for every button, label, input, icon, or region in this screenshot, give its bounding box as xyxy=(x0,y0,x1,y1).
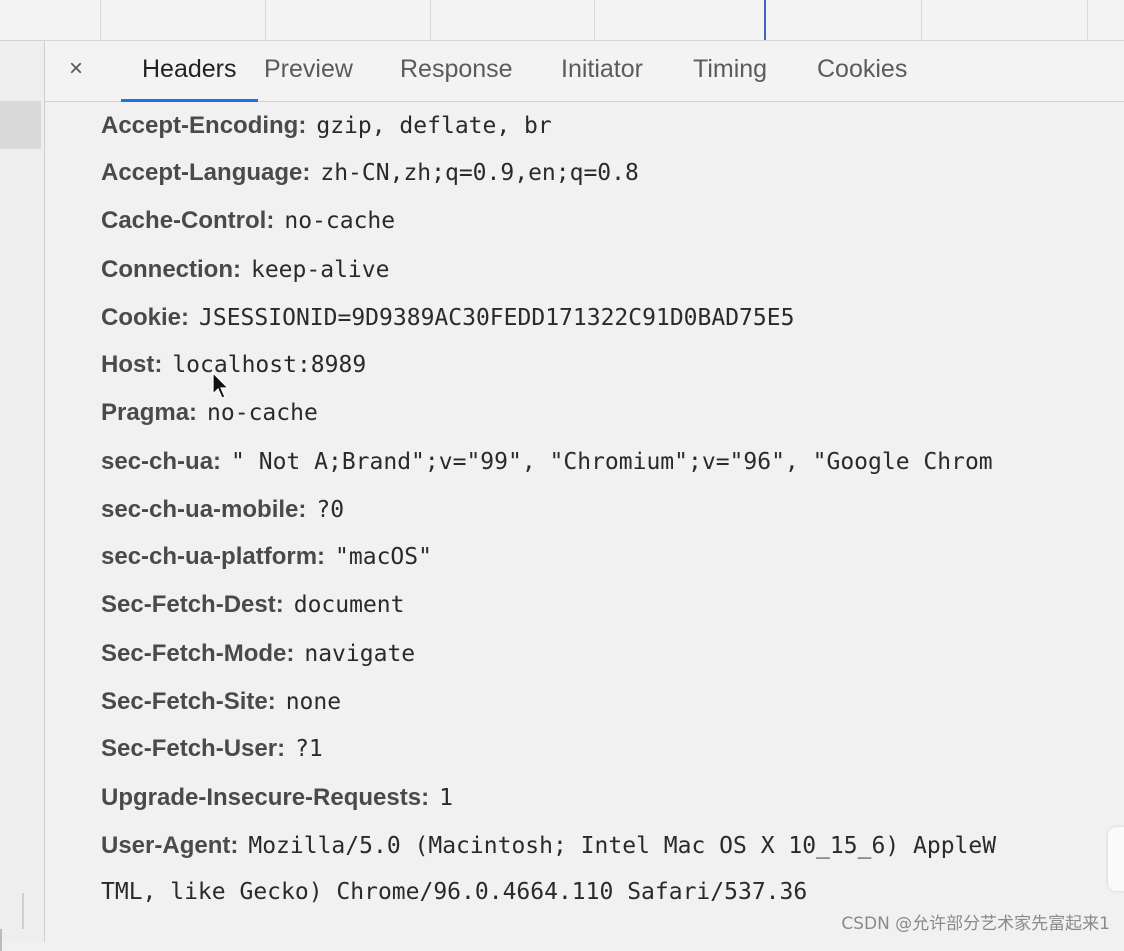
header-name: Host: xyxy=(101,351,163,378)
header-value: keep-alive xyxy=(250,257,390,283)
header-value-continuation: TML, like Gecko) Chrome/96.0.4664.110 Sa… xyxy=(101,872,807,912)
header-value: ?0 xyxy=(316,497,345,523)
header-row: Upgrade-Insecure-Requests: 1 xyxy=(101,778,453,818)
header-name: Connection: xyxy=(101,256,241,283)
header-row: User-Agent: Mozilla/5.0 (Macintosh; Intel… xyxy=(101,826,996,866)
tab-headers[interactable]: Headers xyxy=(121,41,258,102)
header-name: sec-ch-ua-platform: xyxy=(101,543,326,570)
header-row: Connection: keep-alive xyxy=(101,250,389,290)
selected-request-row[interactable] xyxy=(0,101,41,149)
tab-initiator[interactable]: Initiator xyxy=(561,41,643,99)
header-row: Sec-Fetch-User: ?1 xyxy=(101,729,323,769)
tab-preview[interactable]: Preview xyxy=(264,41,353,99)
header-value: document xyxy=(293,592,405,618)
header-name: Accept-Encoding: xyxy=(101,112,307,139)
close-icon[interactable]: × xyxy=(63,56,89,82)
mouse-pointer-icon xyxy=(212,372,230,399)
header-row: Sec-Fetch-Site: none xyxy=(101,682,341,722)
header-value: zh-CN,zh;q=0.9,en;q=0.8 xyxy=(320,160,639,186)
header-value: 1 xyxy=(439,785,453,811)
header-value: no-cache xyxy=(207,400,318,426)
header-name: Sec-Fetch-User: xyxy=(101,735,286,762)
header-value: Mozilla/5.0 (Macintosh; Intel Mac OS X 1… xyxy=(248,833,997,859)
header-value: navigate xyxy=(304,641,416,667)
header-value: "macOS" xyxy=(335,544,432,570)
header-row: Accept-Encoding: gzip, deflate, br xyxy=(101,106,552,146)
watermark: CSDN @允许部分艺术家先富起来1 xyxy=(841,914,1110,934)
tab-timing[interactable]: Timing xyxy=(693,41,767,99)
request-detail-panel: × Headers Preview Response Initiator Tim… xyxy=(45,41,1124,942)
header-name: sec-ch-ua-mobile: xyxy=(101,496,307,523)
tab-response[interactable]: Response xyxy=(400,41,513,99)
header-name: Cookie: xyxy=(101,304,190,331)
request-list-pane[interactable] xyxy=(0,41,45,951)
header-row: sec-ch-ua-mobile: ?0 xyxy=(101,490,344,530)
waterfall-column xyxy=(430,0,431,40)
header-row: Accept-Language: zh-CN,zh;q=0.9,en;q=0.8 xyxy=(101,153,639,193)
waterfall-column xyxy=(921,0,922,40)
header-row: Sec-Fetch-Mode: navigate xyxy=(101,634,415,674)
header-row: Cache-Control: no-cache xyxy=(101,201,395,241)
list-edge-marker xyxy=(0,929,12,951)
detail-tab-bar: × Headers Preview Response Initiator Tim… xyxy=(45,41,1124,102)
header-value: JSESSIONID=9D9389AC30FEDD171322C91D0BAD7… xyxy=(199,305,795,331)
header-row: Pragma: no-cache xyxy=(101,393,318,433)
header-name: User-Agent: xyxy=(101,832,239,859)
waterfall-column xyxy=(100,0,101,40)
waterfall-column xyxy=(1087,0,1088,40)
waterfall-column xyxy=(265,0,266,40)
header-value: no-cache xyxy=(284,208,396,234)
header-value: gzip, deflate, br xyxy=(316,113,552,139)
side-handle[interactable] xyxy=(1108,827,1124,891)
header-value: localhost:8989 xyxy=(172,352,367,378)
header-name: Sec-Fetch-Site: xyxy=(101,688,276,715)
header-name: Pragma: xyxy=(101,399,198,426)
header-row: Sec-Fetch-Dest: document xyxy=(101,585,405,625)
header-row: sec-ch-ua-platform: "macOS" xyxy=(101,537,432,577)
header-name: Sec-Fetch-Dest: xyxy=(101,591,284,618)
header-value: TML, like Gecko) Chrome/96.0.4664.110 Sa… xyxy=(101,879,808,905)
header-value: none xyxy=(285,689,342,715)
header-name: Cache-Control: xyxy=(101,207,275,234)
header-value: ?1 xyxy=(295,736,323,762)
header-value: " Not A;Brand";v="99", "Chromium";v="96"… xyxy=(231,449,993,475)
request-headers-list: Accept-Encoding: gzip, deflate, br Accept… xyxy=(101,101,1124,941)
waterfall-strip xyxy=(0,0,1124,41)
tab-cookies[interactable]: Cookies xyxy=(817,41,907,99)
header-row: sec-ch-ua: " Not A;Brand";v="99", "Chromi… xyxy=(101,442,993,482)
waterfall-marker xyxy=(764,0,766,40)
scrollbar[interactable] xyxy=(22,893,24,929)
header-name: Upgrade-Insecure-Requests: xyxy=(101,784,430,811)
header-row: Cookie: JSESSIONID=9D9389AC30FEDD171322C9… xyxy=(101,298,794,338)
header-name: Accept-Language: xyxy=(101,159,311,186)
waterfall-column xyxy=(594,0,595,40)
header-name: sec-ch-ua: xyxy=(101,448,222,475)
header-name: Sec-Fetch-Mode: xyxy=(101,640,295,667)
header-row: Host: localhost:8989 xyxy=(101,345,366,385)
